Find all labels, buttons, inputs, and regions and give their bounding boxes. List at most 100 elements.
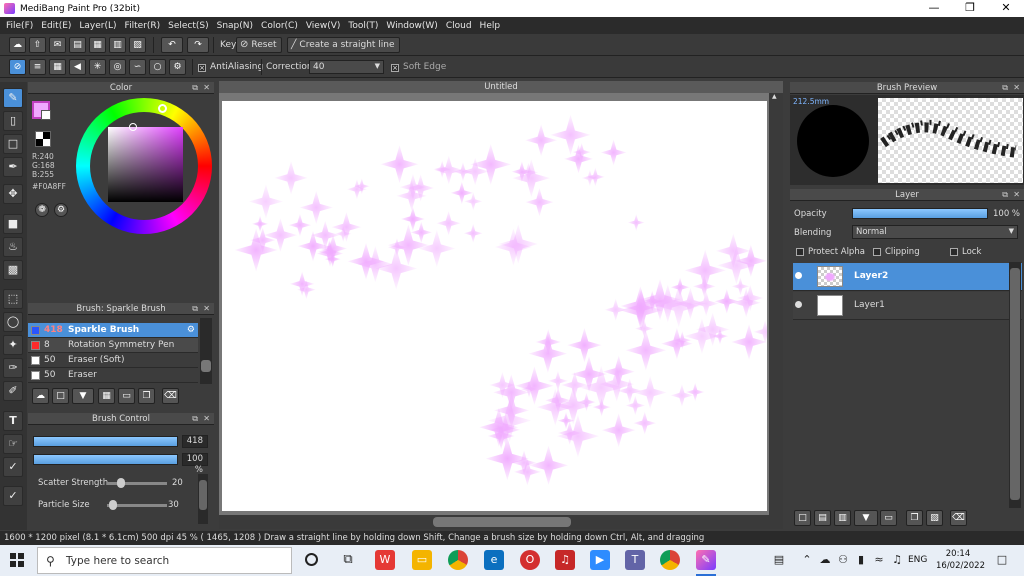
new-1bit-layer-icon[interactable]: ▥ [834, 510, 851, 526]
brush-item-eraser[interactable]: 50 Eraser [28, 368, 198, 383]
particle-slider[interactable] [107, 500, 167, 510]
lasso-tool-icon[interactable]: ◯ [3, 312, 23, 332]
transparent-color-icon[interactable] [35, 131, 51, 147]
grid-icon[interactable]: ▥ [109, 37, 126, 53]
layer-opacity-slider[interactable] [852, 208, 988, 219]
lock-checkbox[interactable] [950, 248, 958, 259]
brush-cloud-icon[interactable]: ☁ [32, 388, 49, 404]
redo-icon[interactable]: ↷ [187, 37, 209, 53]
antialiasing-checkbox[interactable]: × [198, 63, 206, 73]
taskbar-search[interactable]: ⚲ Type here to search [37, 547, 292, 574]
soft-edge-checkbox[interactable]: × [391, 63, 399, 73]
dot-tool-icon[interactable]: □ [3, 134, 23, 154]
wifi-icon[interactable]: ≈ [869, 550, 889, 570]
brush-list-scrollbar[interactable] [200, 318, 212, 384]
layer-row-layer1[interactable]: Layer1 8 [793, 292, 1022, 320]
wps-icon[interactable]: W [375, 550, 395, 570]
layer-name[interactable]: Layer1 [854, 300, 885, 310]
close-icon[interactable]: ✕ [203, 413, 210, 425]
app-red-icon[interactable]: ♫ [555, 550, 575, 570]
volume-icon[interactable]: ♫ [887, 550, 907, 570]
merge-layer-icon[interactable]: ▧ [926, 510, 943, 526]
canvas-horizontal-scrollbar[interactable] [219, 515, 783, 529]
onedrive-icon[interactable]: ☁ [815, 550, 835, 570]
correction-select[interactable]: 40 ▼ [309, 60, 384, 74]
circle-snap-icon[interactable]: ○ [149, 59, 166, 75]
layer-list-scrollbar[interactable] [1009, 262, 1021, 508]
duplicate-layer-icon[interactable]: ❐ [906, 510, 923, 526]
layer-folder-icon[interactable]: ▭ [880, 510, 897, 526]
eyedropper-tool-icon[interactable]: ✓ [3, 457, 23, 477]
new-8bit-layer-icon[interactable]: ▤ [814, 510, 831, 526]
menu-color[interactable]: Color(C) [257, 21, 302, 31]
share-icon[interactable]: ⇧ [29, 37, 46, 53]
language-indicator[interactable]: ENG [908, 555, 927, 565]
text-tool-icon[interactable]: T [3, 411, 23, 431]
task-view-icon[interactable]: ⧉ [338, 550, 358, 570]
edge-icon[interactable]: e [484, 550, 504, 570]
brush-settings-icon[interactable]: ▦ [98, 388, 115, 404]
expand-icon[interactable]: ⧉ [192, 303, 198, 315]
straight-line-button[interactable]: ╱ Create a straight line [287, 37, 400, 53]
notifications-icon[interactable]: □ [992, 550, 1012, 570]
new-brush-icon[interactable]: □ [52, 388, 69, 404]
add-layer-menu-icon[interactable]: ▼ [854, 510, 878, 526]
delete-layer-icon[interactable]: ⌫ [950, 510, 967, 526]
menu-window[interactable]: Window(W) [382, 21, 441, 31]
reset-button[interactable]: ⊘ Reset [236, 37, 282, 53]
hscroll-thumb[interactable] [433, 517, 571, 527]
screen-icon[interactable]: ▤ [767, 550, 791, 570]
particle-slider-handle[interactable] [109, 500, 117, 510]
visibility-icon[interactable] [795, 301, 802, 308]
menu-layer[interactable]: Layer(L) [75, 21, 120, 31]
scatter-slider[interactable] [107, 478, 167, 488]
canvas-vertical-scrollbar[interactable]: ▲ [769, 93, 783, 515]
eraser-tool-icon[interactable]: ▯ [3, 111, 23, 131]
opera-icon[interactable]: O [520, 550, 540, 570]
teams-icon[interactable]: T [625, 550, 645, 570]
menu-tool[interactable]: Tool(T) [344, 21, 382, 31]
visibility-icon[interactable] [795, 272, 802, 279]
protect-alpha-checkbox[interactable] [796, 248, 804, 259]
scatter-slider-handle[interactable] [117, 478, 125, 488]
close-icon[interactable]: ✕ [203, 303, 210, 315]
brush-stroke-tool-icon[interactable]: ✒ [3, 157, 23, 177]
no-snap-icon[interactable]: ⊘ [9, 59, 26, 75]
close-button[interactable]: ✕ [988, 0, 1024, 17]
brush-control-scrollbar[interactable] [198, 474, 208, 524]
menu-snap[interactable]: Snap(N) [213, 21, 257, 31]
document-icon[interactable]: ▦ [89, 37, 106, 53]
menu-select[interactable]: Select(S) [164, 21, 213, 31]
expand-icon[interactable]: ⧉ [1002, 82, 1008, 94]
pen-tool-icon[interactable]: ✓ [3, 486, 23, 506]
menu-cloud[interactable]: Cloud [442, 21, 476, 31]
layer-row-layer2[interactable]: Layer2 ⚙ [793, 263, 1022, 291]
fill-rect-tool-icon[interactable]: ■ [3, 214, 23, 234]
concentric-snap-icon[interactable]: ◎ [109, 59, 126, 75]
file-explorer-icon[interactable]: ▭ [412, 550, 432, 570]
secondary-color-swatch[interactable] [41, 110, 51, 120]
move-tool-icon[interactable]: ✥ [3, 184, 23, 204]
select-pen-tool-icon[interactable]: ✑ [3, 358, 23, 378]
brush-item-sparkle[interactable]: 418 Sparkle Brush ⚙ [28, 323, 198, 338]
parallel-snap-icon[interactable]: ≡ [29, 59, 46, 75]
settings-snap-icon[interactable]: ⚙ [169, 59, 186, 75]
brush-tool-icon[interactable]: ✎ [3, 88, 23, 108]
network-icon[interactable]: ⚇ [833, 550, 853, 570]
radial-snap-icon[interactable]: ✳ [89, 59, 106, 75]
magic-wand-tool-icon[interactable]: ✦ [3, 335, 23, 355]
restore-button[interactable]: ❐ [952, 0, 988, 17]
battery-icon[interactable]: ▮ [851, 550, 871, 570]
windows-start-icon[interactable] [10, 553, 24, 567]
close-icon[interactable]: ✕ [1013, 82, 1020, 94]
add-brush-icon[interactable]: ▼ [72, 388, 94, 404]
clock[interactable]: 20:14 16/02/2022 [936, 548, 985, 572]
operation-tool-icon[interactable]: ☞ [3, 434, 23, 454]
tiles-icon[interactable]: ▧ [129, 37, 146, 53]
menu-edit[interactable]: Edit(E) [37, 21, 75, 31]
hue-handle[interactable] [158, 104, 167, 113]
new-layer-icon[interactable]: □ [794, 510, 811, 526]
vanishing-point-icon[interactable]: ◀ [69, 59, 86, 75]
undo-icon[interactable]: ↶ [161, 37, 183, 53]
medibang-taskbar-icon[interactable]: ✎ [696, 550, 716, 570]
